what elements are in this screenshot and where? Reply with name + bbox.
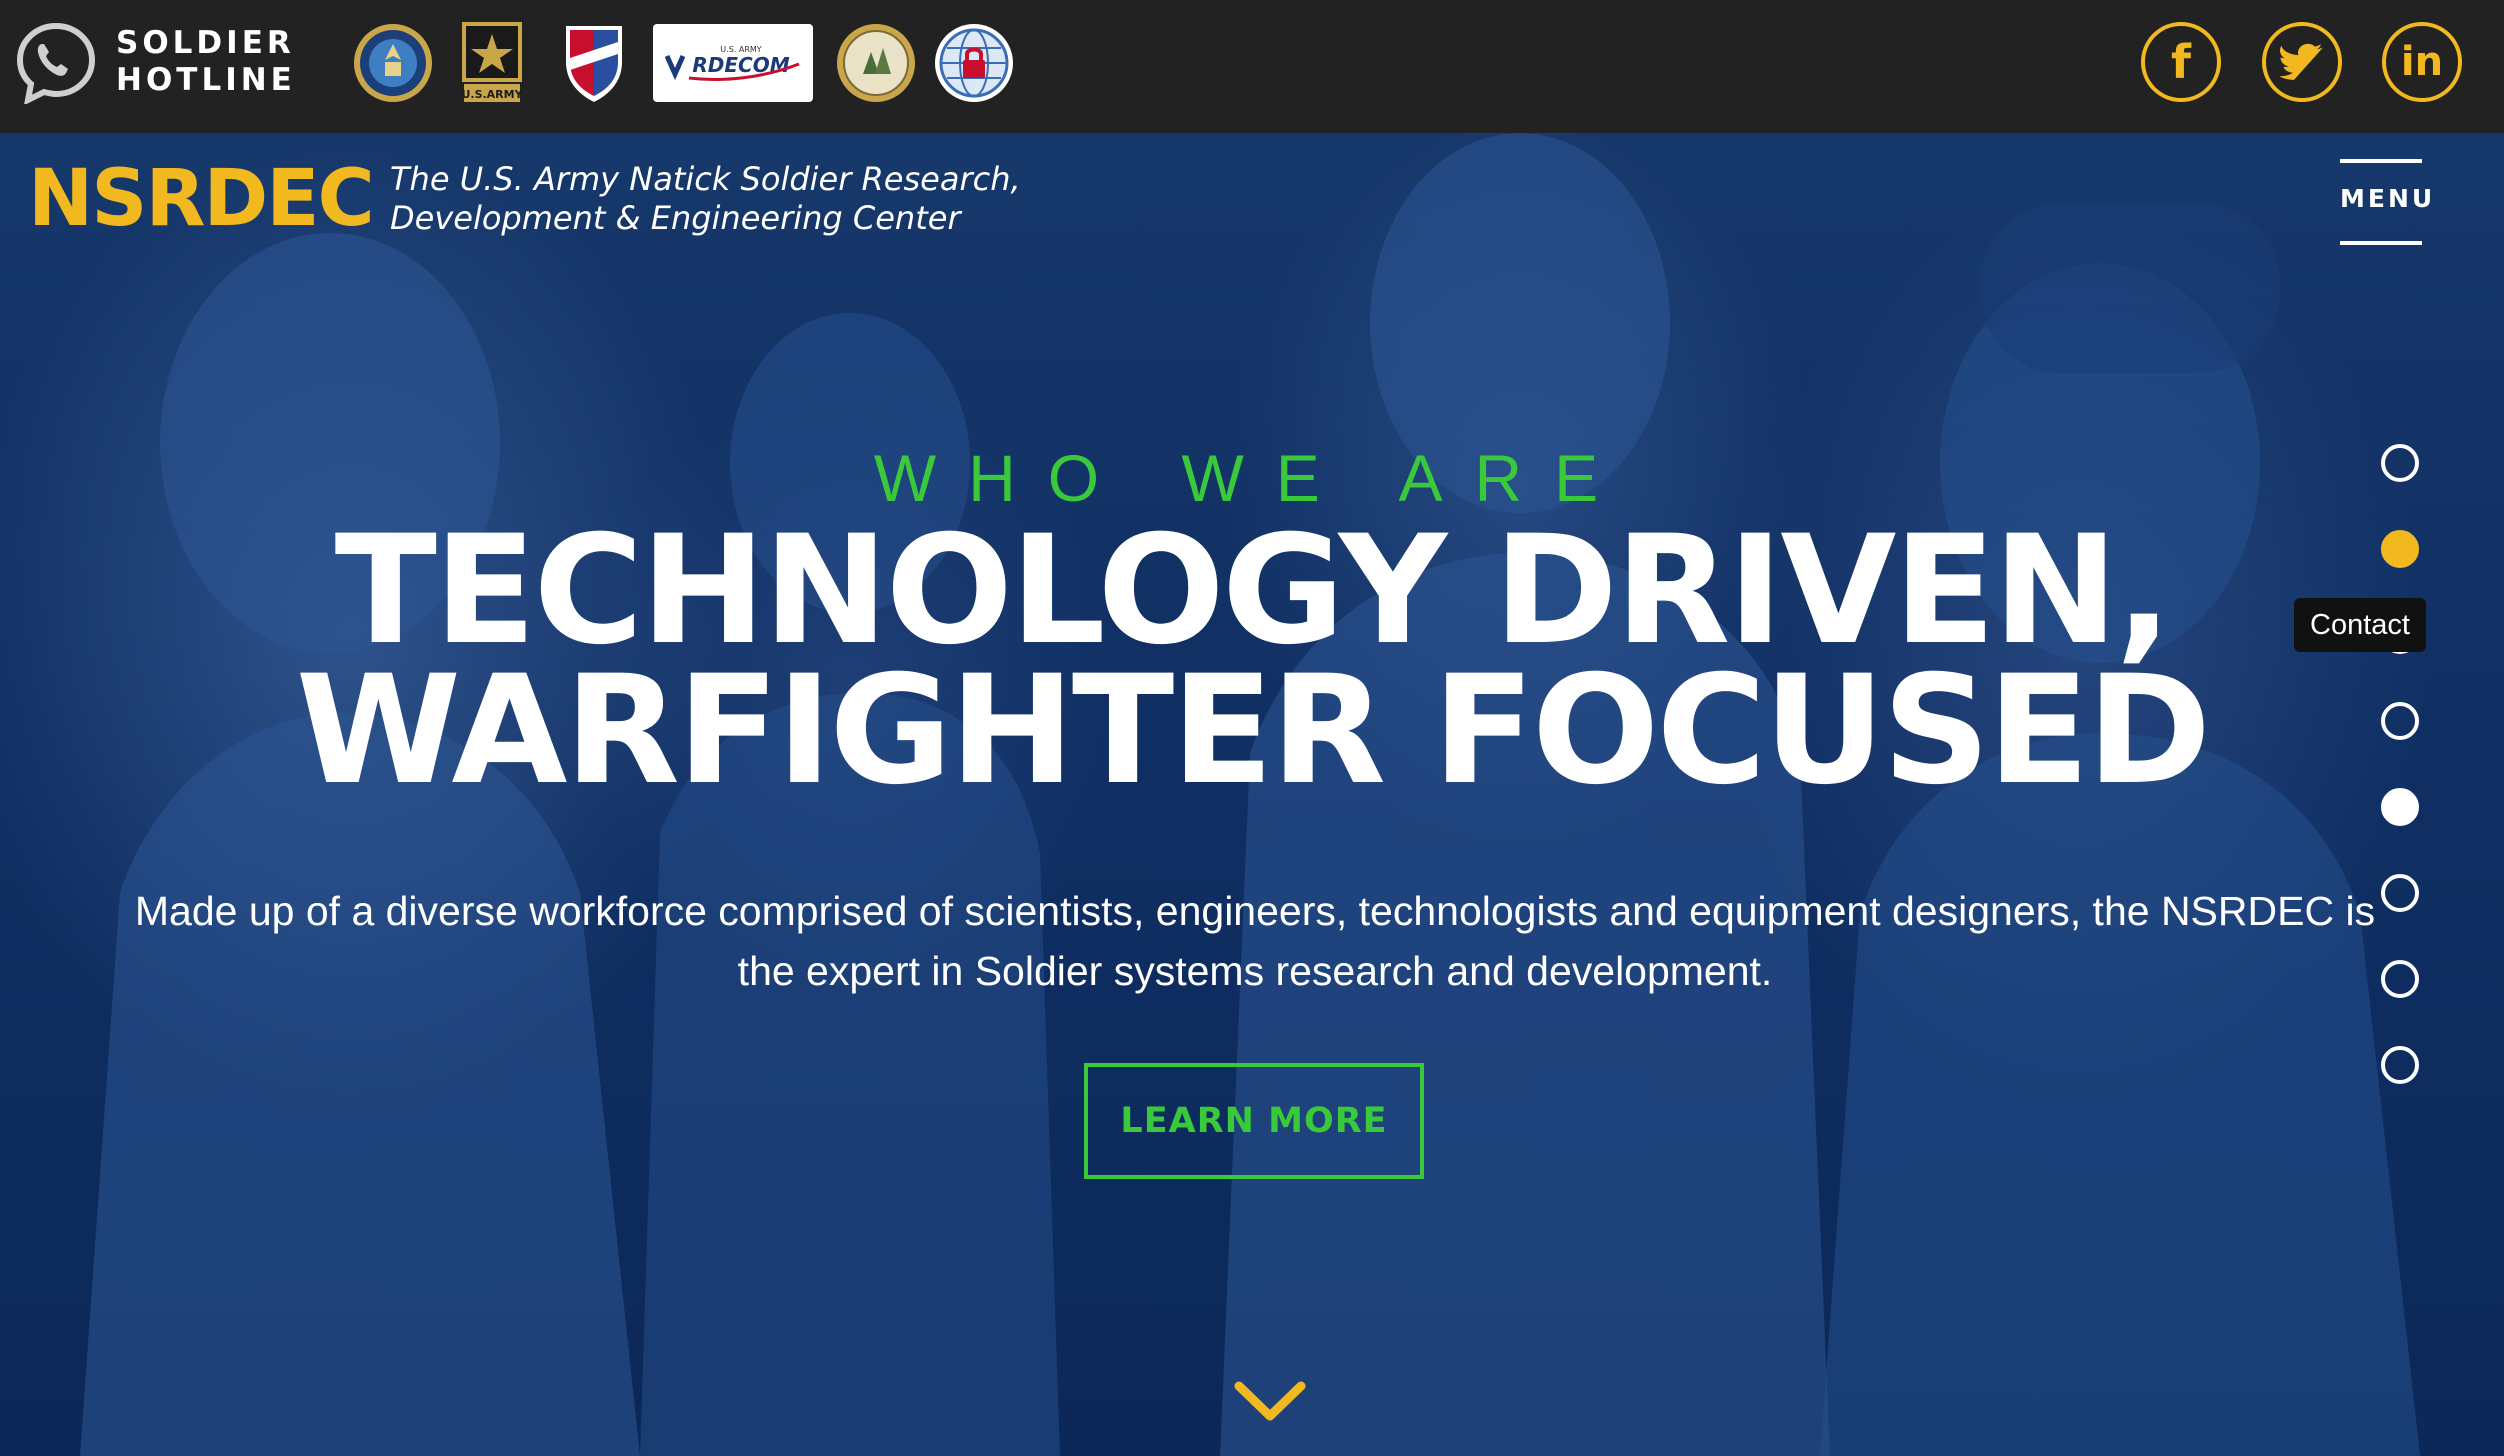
menu-button[interactable]: MENU bbox=[2340, 159, 2436, 245]
soldier-hotline-link[interactable]: SOLDIER HOTLINE bbox=[14, 20, 296, 104]
dot-nav-tooltip: Contact bbox=[2294, 598, 2426, 652]
amc-shield-logo[interactable] bbox=[562, 22, 626, 104]
linkedin-icon: in bbox=[2400, 39, 2444, 85]
linkedin-link[interactable]: in bbox=[2382, 22, 2462, 102]
hero-headline-line-2: WARFIGHTER FOCUSED bbox=[295, 644, 2212, 818]
facebook-link[interactable]: f bbox=[2141, 22, 2221, 102]
hotline-line-1: SOLDIER bbox=[116, 25, 295, 61]
section-dot-4[interactable] bbox=[2381, 702, 2419, 740]
menu-line-bottom bbox=[2340, 241, 2422, 245]
tagline-line-2: Development & Engineering Center bbox=[390, 199, 961, 237]
learn-more-button[interactable]: LEARN MORE bbox=[1084, 1063, 1424, 1179]
hero-section: NSRDEC The U.S. Army Natick Soldier Rese… bbox=[0, 133, 2504, 1456]
natick-seal-logo[interactable] bbox=[835, 22, 917, 104]
rdecom-mark: U.S. ARMY RDECOM bbox=[664, 45, 800, 81]
facebook-icon: f bbox=[2170, 35, 2191, 89]
dod-seal-logo[interactable] bbox=[352, 22, 434, 104]
rdecom-logo[interactable]: U.S. ARMY RDECOM bbox=[653, 24, 813, 102]
hotline-line-2: HOTLINE bbox=[116, 62, 296, 98]
security-globe-logo[interactable] bbox=[933, 22, 1015, 104]
hotline-label: SOLDIER HOTLINE bbox=[116, 25, 296, 99]
scroll-down-chevron-icon[interactable] bbox=[1233, 1378, 1307, 1426]
twitter-bird-icon bbox=[2280, 43, 2323, 80]
section-dot-5[interactable] bbox=[2381, 788, 2419, 826]
tagline-line-1: The U.S. Army Natick Soldier Research, bbox=[390, 160, 1021, 198]
section-dot-6[interactable] bbox=[2381, 874, 2419, 912]
section-dot-7[interactable] bbox=[2381, 960, 2419, 998]
hero-eyebrow: WHO WE ARE bbox=[873, 441, 1631, 515]
rdecom-text: RDECOM bbox=[692, 53, 789, 77]
army-logo-text: U.S.ARMY bbox=[462, 88, 522, 101]
section-dot-1[interactable] bbox=[2381, 444, 2419, 482]
twitter-link[interactable] bbox=[2262, 22, 2342, 102]
menu-label: MENU bbox=[2340, 184, 2436, 213]
menu-line-top bbox=[2340, 159, 2422, 163]
us-army-logo[interactable]: U.S.ARMY bbox=[462, 22, 522, 104]
site-tagline: The U.S. Army Natick Soldier Research, D… bbox=[390, 160, 1090, 238]
nsrdec-logo[interactable]: NSRDEC bbox=[28, 159, 375, 239]
section-dot-2[interactable] bbox=[2381, 530, 2419, 568]
top-bar: SOLDIER HOTLINE U.S.ARMY U.S. ARMY RDECO… bbox=[0, 0, 2504, 133]
hero-description: Made up of a diverse workforce comprised… bbox=[134, 888, 2376, 994]
phone-bubble-icon bbox=[16, 22, 96, 104]
section-dot-8[interactable] bbox=[2381, 1046, 2419, 1084]
